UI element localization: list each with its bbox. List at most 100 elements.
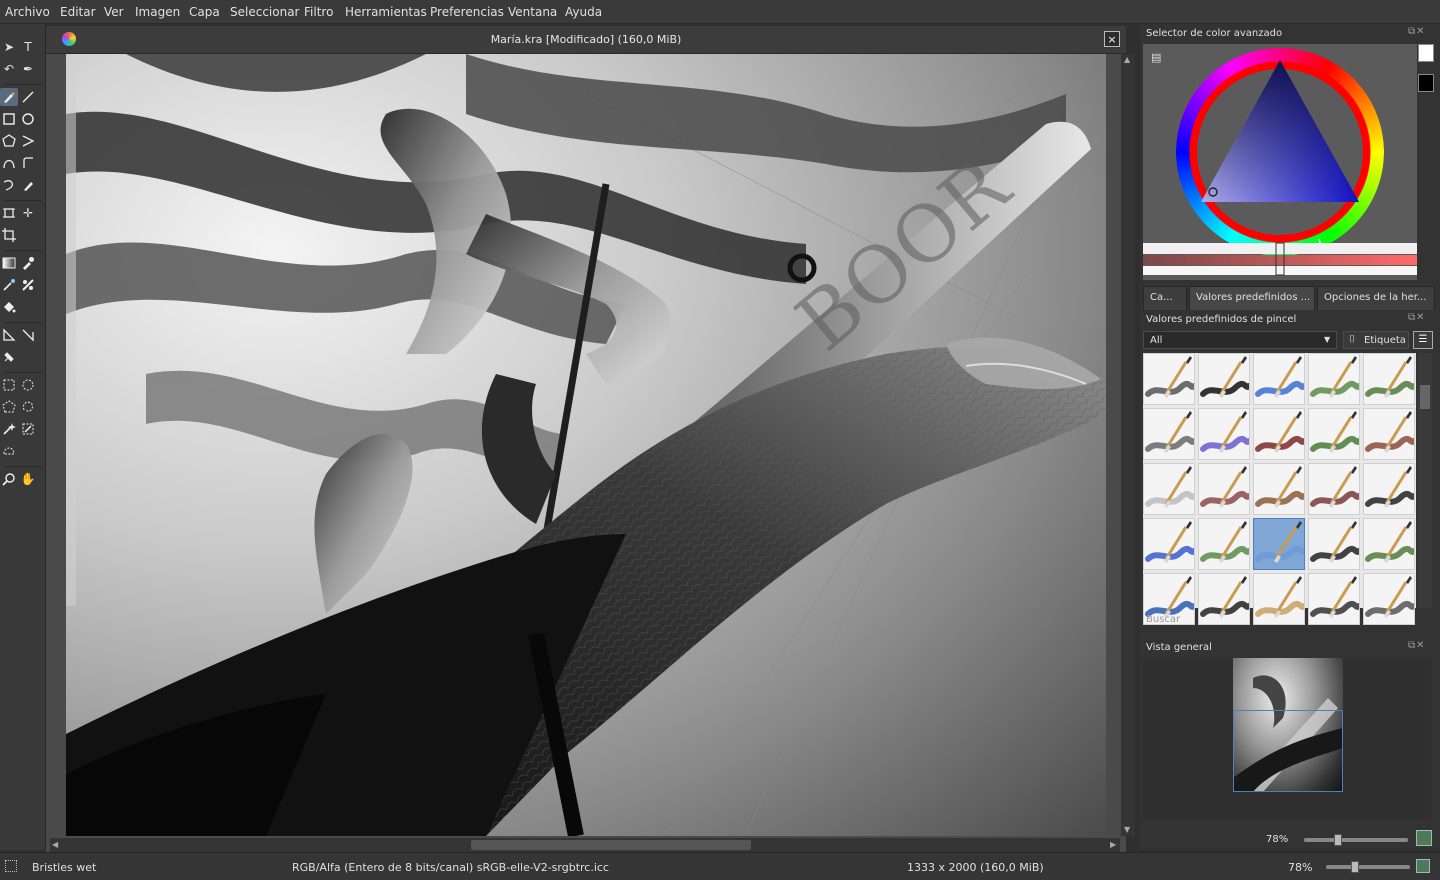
zoom-tool-icon[interactable] [0, 470, 18, 488]
menu-preferencias[interactable]: Preferencias [430, 5, 504, 19]
edit-shapes-tool-icon[interactable]: ↶ [0, 60, 18, 78]
preset-scrollbar[interactable] [1418, 353, 1432, 608]
rectangle-tool-icon[interactable] [0, 110, 18, 128]
colorize-mask-tool-icon[interactable] [19, 276, 37, 294]
contiguous-select-tool-icon[interactable] [0, 420, 18, 438]
brush-preset-item[interactable] [1363, 353, 1415, 405]
tag-button[interactable]: ⌷ Etiqueta [1343, 331, 1409, 349]
scroll-left-icon[interactable]: ◀ [52, 840, 58, 850]
freehand-brush-tool-icon[interactable] [0, 88, 18, 106]
crop-tool-icon[interactable] [0, 226, 18, 244]
menu-herramientas[interactable]: Herramientas [345, 5, 427, 19]
polygon-select-tool-icon[interactable] [0, 398, 18, 416]
close-document-button[interactable]: × [1104, 31, 1120, 47]
crop-transform-tool-icon[interactable] [0, 204, 18, 222]
menu-ver[interactable]: Ver [104, 5, 124, 19]
rect-select-tool-icon[interactable] [0, 376, 18, 394]
ellipse-tool-icon[interactable] [19, 110, 37, 128]
brush-preset-item[interactable] [1363, 518, 1415, 570]
brush-preset-item[interactable] [1198, 573, 1250, 625]
brush-preset-item[interactable] [1198, 408, 1250, 460]
measure-tool-icon[interactable] [19, 326, 37, 344]
menu-seleccionar[interactable]: Seleccionar [230, 5, 299, 19]
assistant-tool-icon[interactable] [0, 326, 18, 344]
menu-archivo[interactable]: Archivo [5, 5, 50, 19]
preset-filter-select[interactable]: All ▼ [1143, 331, 1337, 349]
vertical-scrollbar[interactable]: ▲ ▼ [1121, 54, 1135, 836]
scroll-up-icon[interactable]: ▲ [1124, 56, 1132, 64]
brush-preset-item[interactable] [1308, 518, 1360, 570]
brush-preset-grid[interactable] [1143, 353, 1416, 625]
polygon-tool-icon[interactable] [0, 132, 18, 150]
lightness-slider[interactable] [1143, 243, 1417, 254]
smart-patch-tool-icon[interactable] [0, 276, 18, 294]
preset-search-input[interactable]: Buscar [1146, 614, 1180, 625]
bezier-select-tool-icon[interactable] [0, 442, 18, 460]
menu-ayuda[interactable]: Ayuda [565, 5, 602, 19]
overview-zoom-knob[interactable] [1334, 834, 1342, 846]
ellipse-select-tool-icon[interactable] [19, 376, 37, 394]
brush-preset-item[interactable] [1253, 463, 1305, 515]
polyline-tool-icon[interactable] [19, 132, 37, 150]
multibrush-tool-icon[interactable] [19, 176, 37, 194]
saturation-slider[interactable] [1143, 255, 1417, 265]
brush-preset-item[interactable] [1363, 463, 1415, 515]
canvas[interactable]: BOOR [66, 54, 1106, 836]
brush-preset-item[interactable] [1198, 463, 1250, 515]
line-tool-icon[interactable] [19, 88, 37, 106]
menu-ventana[interactable]: Ventana [508, 5, 557, 19]
freehand-path-tool-icon[interactable] [19, 154, 37, 172]
preset-scroll-thumb[interactable] [1420, 385, 1430, 409]
tab-ca[interactable]: Ca... [1143, 286, 1187, 310]
overview-zoom-slider[interactable] [1304, 838, 1408, 842]
brush-preset-item[interactable] [1143, 518, 1195, 570]
select-shapes-tool-icon[interactable]: ➤ [0, 38, 18, 56]
brush-preset-item[interactable] [1253, 408, 1305, 460]
fill-tool-icon[interactable] [0, 298, 18, 316]
brush-preset-item[interactable] [1363, 573, 1415, 625]
brush-preset-item[interactable] [1143, 463, 1195, 515]
advanced-color-selector[interactable]: ▤ [1143, 44, 1417, 280]
bezier-tool-icon[interactable] [0, 154, 18, 172]
tab-tool-options[interactable]: Opciones de la her... [1317, 286, 1435, 310]
scroll-down-icon[interactable]: ▼ [1124, 826, 1132, 834]
menu-filtro[interactable]: Filtro [304, 5, 333, 19]
dynamic-brush-tool-icon[interactable] [0, 176, 18, 194]
scroll-right-icon[interactable]: ▶ [1110, 840, 1116, 850]
menu-imagen[interactable]: Imagen [135, 5, 180, 19]
background-color-swatch[interactable] [1418, 74, 1434, 92]
value-slider[interactable] [1143, 266, 1417, 275]
horizontal-scrollbar[interactable]: ◀ ▶ [50, 838, 1120, 852]
brush-preset-item[interactable] [1253, 573, 1305, 625]
brush-preset-item[interactable] [1253, 518, 1305, 570]
horizontal-scroll-thumb[interactable] [471, 840, 751, 850]
brush-preset-item[interactable] [1308, 463, 1360, 515]
brush-preset-item[interactable] [1363, 408, 1415, 460]
gradient-tool-icon[interactable] [0, 254, 18, 272]
selector-settings-icon[interactable]: ▤ [1151, 52, 1163, 64]
move-tool-icon[interactable]: ✛ [19, 204, 37, 222]
overview-thumbnail[interactable] [1233, 658, 1343, 792]
brush-preset-item[interactable] [1308, 408, 1360, 460]
similar-select-tool-icon[interactable] [19, 420, 37, 438]
foreground-color-swatch[interactable] [1418, 44, 1434, 62]
overview-viewport-rect[interactable] [1233, 710, 1343, 792]
preset-view-options-icon[interactable]: ☰ [1413, 331, 1433, 349]
tab-brush-presets[interactable]: Valores predefinidos ... [1189, 286, 1315, 310]
menu-editar[interactable]: Editar [60, 5, 96, 19]
docker-float-close-icon[interactable]: ⧉✕ [1408, 312, 1426, 323]
zoom-slider-knob[interactable] [1351, 861, 1359, 873]
brush-preset-item[interactable] [1308, 573, 1360, 625]
status-mirror-view-icon[interactable] [1416, 859, 1430, 873]
docker-float-close-icon[interactable]: ⧉✕ [1408, 640, 1426, 651]
pan-tool-icon[interactable]: ✋ [19, 470, 37, 488]
mirror-view-icon[interactable] [1416, 830, 1432, 846]
brush-preset-item[interactable] [1143, 353, 1195, 405]
reference-images-tool-icon[interactable] [0, 348, 18, 366]
menu-capa[interactable]: Capa [189, 5, 220, 19]
docker-float-close-icon[interactable]: ⧉✕ [1408, 26, 1426, 37]
brush-preset-item[interactable] [1198, 518, 1250, 570]
brush-preset-item[interactable] [1198, 353, 1250, 405]
brush-preset-item[interactable] [1143, 408, 1195, 460]
zoom-slider[interactable] [1326, 865, 1410, 869]
